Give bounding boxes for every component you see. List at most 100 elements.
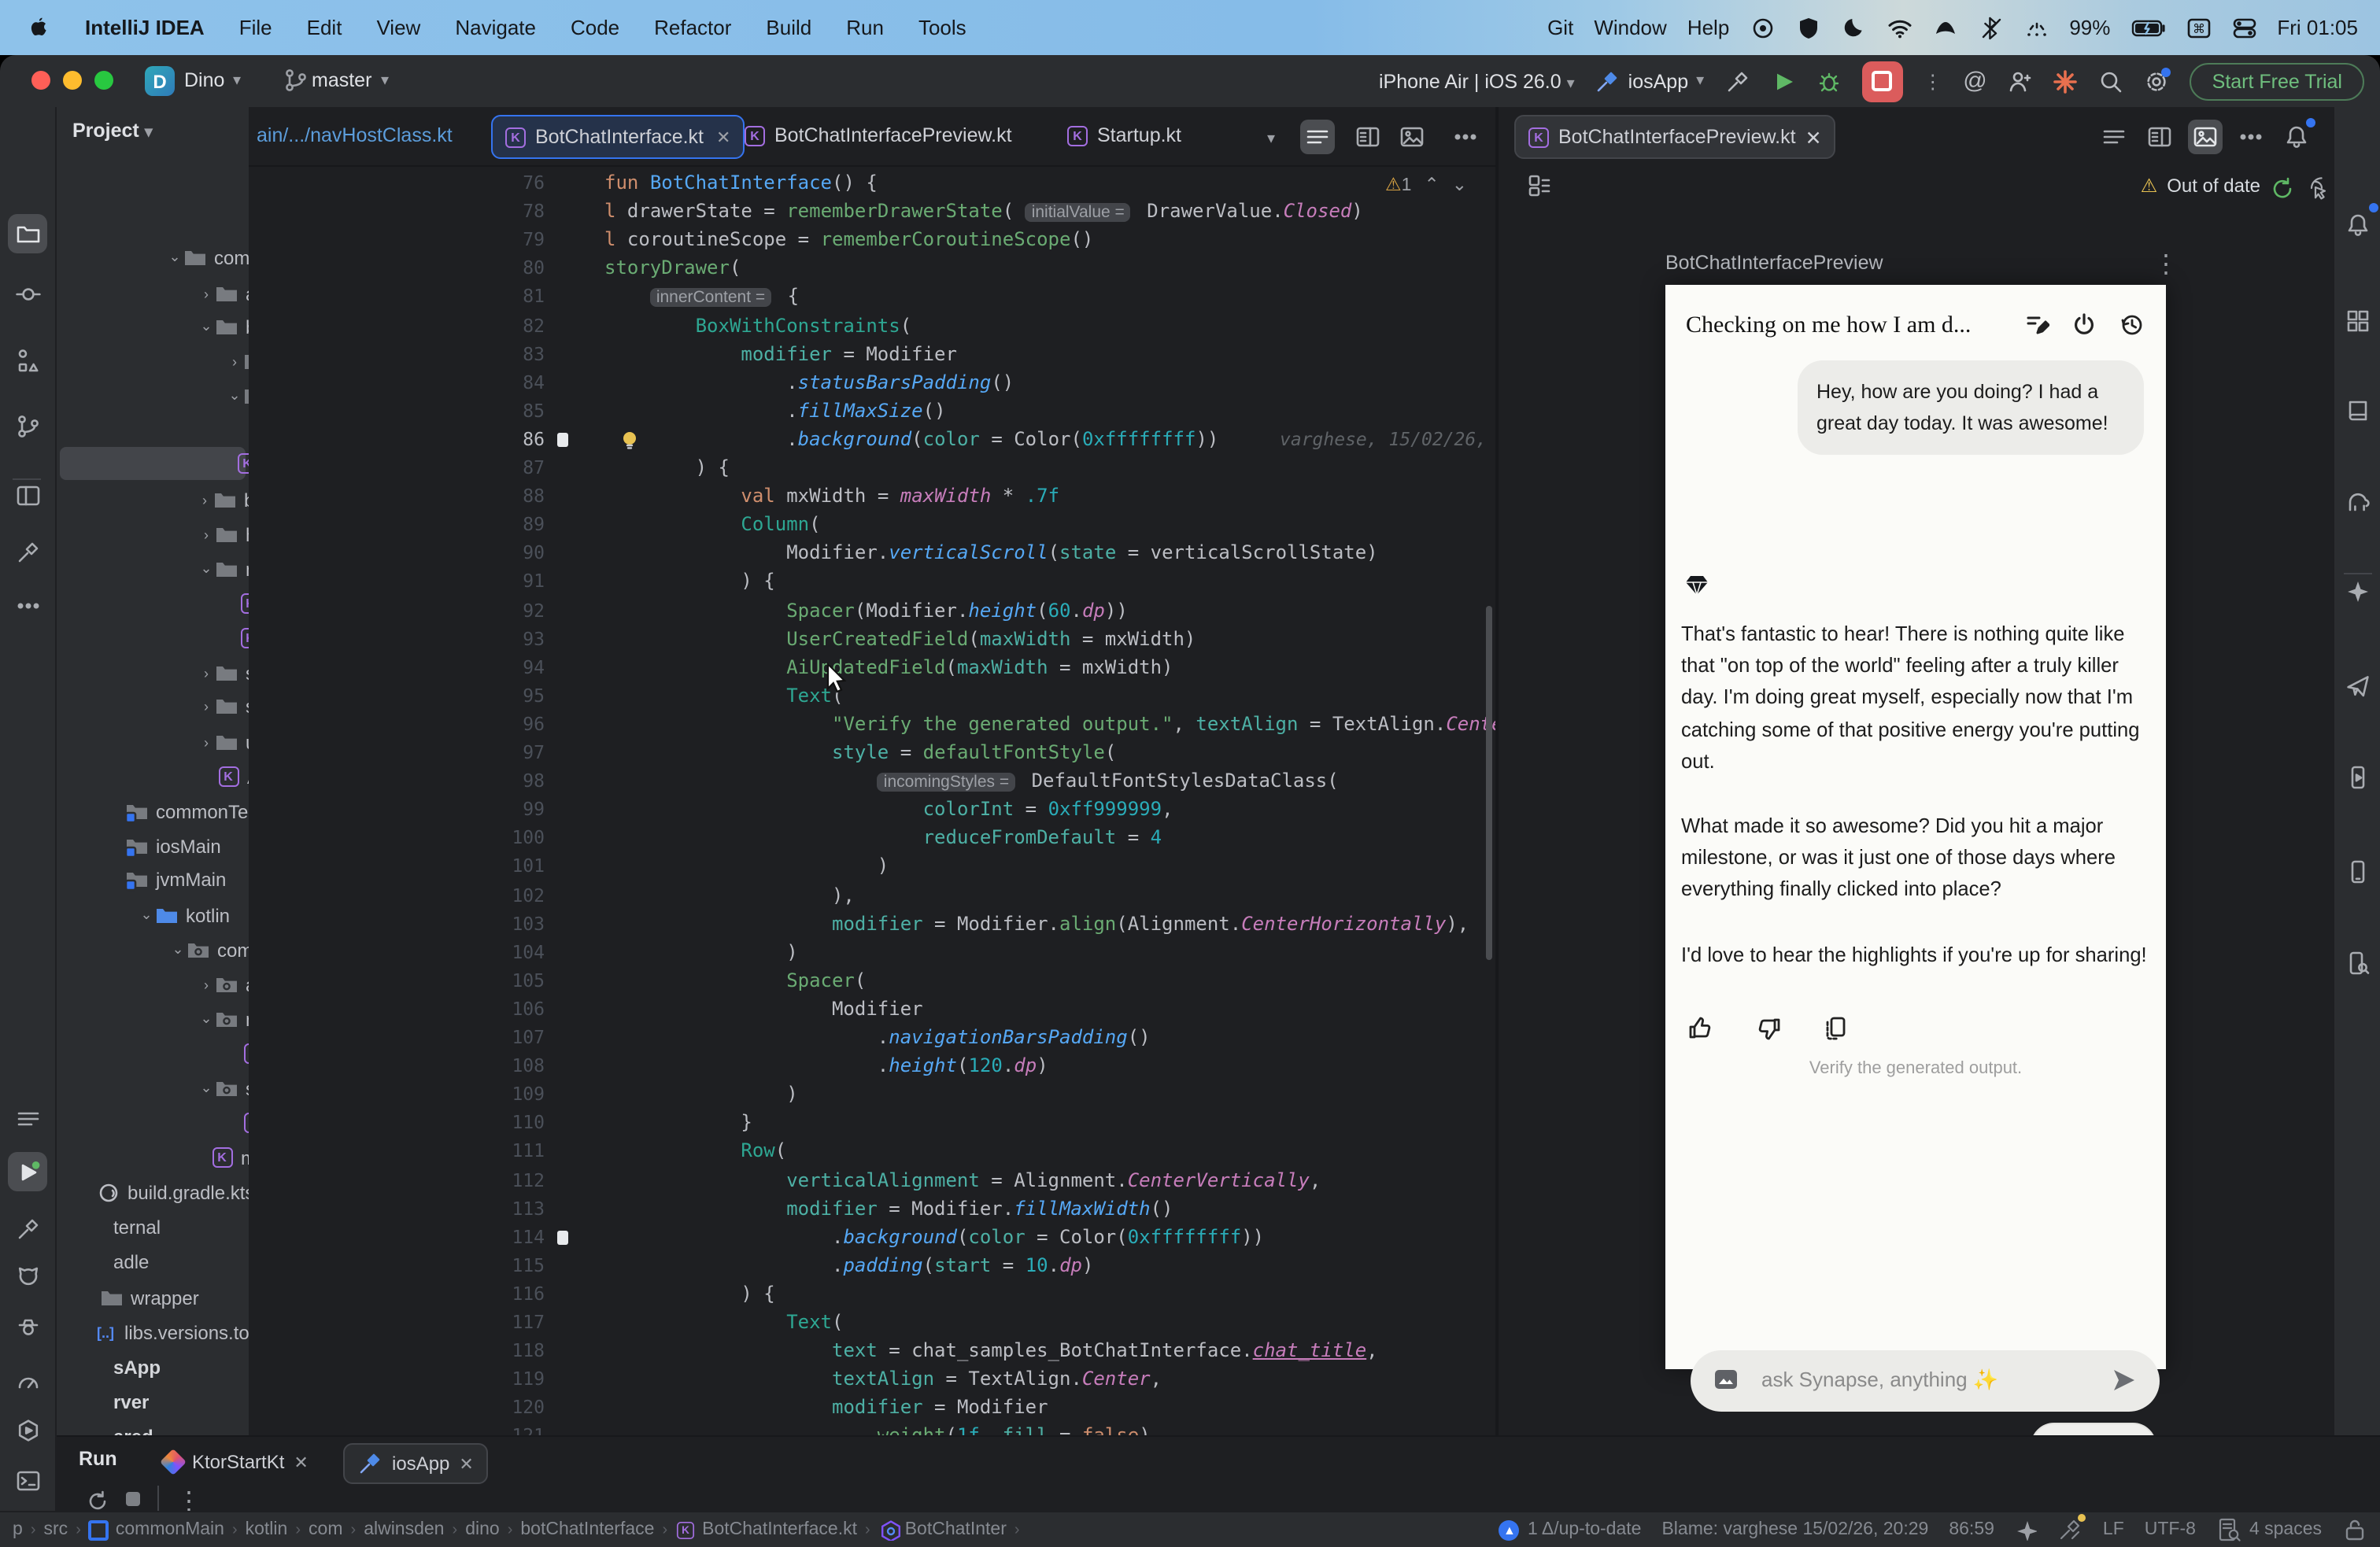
shield-icon[interactable] (1795, 15, 1820, 40)
tree-item-kotlin[interactable]: ⌄ kotlin (139, 899, 230, 932)
profiler-icon[interactable] (8, 1306, 47, 1346)
code-line-81[interactable]: 81 innerContent = { (249, 282, 1495, 311)
menu-help[interactable]: Help (1687, 16, 1730, 39)
search-everywhere-icon[interactable]: @ (1963, 68, 1986, 94)
code-line-106[interactable]: 106 Modifier (249, 995, 1495, 1023)
tree-item-startu[interactable]: ›startu (198, 689, 249, 722)
menu-edit[interactable]: Edit (307, 16, 342, 39)
code-line-87[interactable]: 87 ) { (249, 453, 1495, 482)
tree-item-ared[interactable]: ared (66, 1420, 153, 1435)
tree-item-file[interactable]: K (236, 412, 249, 445)
code-line-100[interactable]: 100 reduceFromDefault = 4 (249, 824, 1495, 852)
menu-refactor[interactable]: Refactor (654, 16, 731, 39)
tree-item-com.alwin[interactable]: ⌄com.alwin (167, 241, 249, 274)
code-line-89[interactable]: 89 Column( (249, 510, 1495, 538)
tree-item-app.kt[interactable]: KApp.kt (200, 760, 249, 793)
ai-assistant-icon[interactable] (2338, 571, 2377, 611)
tree-item-auther[interactable]: ›auther (198, 277, 249, 310)
code-line-86[interactable]: 86 .background(color = Color(0xffffffff)… (249, 425, 1495, 453)
crumb-p[interactable]: p (13, 1520, 23, 1539)
chat-input[interactable]: ask Synapse, anything ✨ (1691, 1350, 2160, 1412)
more-view-icon[interactable] (1448, 120, 1483, 154)
code-line-116[interactable]: 116 ) { (249, 1279, 1495, 1308)
code-line-107[interactable]: 107 .navigationBarsPadding() (249, 1023, 1495, 1051)
tree-item-com.alwin[interactable]: ⌄com.alwin (170, 933, 249, 966)
ui-check-icon[interactable] (1527, 173, 1552, 198)
search-icon[interactable] (2099, 68, 2124, 94)
code-line-103[interactable]: 103 modifier = Modifier.align(Alignment.… (249, 909, 1495, 937)
menu-window[interactable]: Window (1594, 16, 1667, 39)
crumb-alwinsden[interactable]: alwinsden (364, 1520, 444, 1539)
tree-item-botint[interactable]: ›botInt (197, 483, 249, 516)
menu-git[interactable]: Git (1547, 16, 1573, 39)
inspections-widget[interactable]: ⚠1 ⌃ ⌄ (1385, 173, 1467, 195)
code-line-76[interactable]: 76 fun BotChatInterface() { (249, 168, 1495, 197)
build-icon[interactable] (8, 532, 47, 571)
debug-button[interactable] (1816, 68, 1841, 94)
code-line-83[interactable]: 83 modifier = Modifier (249, 339, 1495, 367)
tree-item-commontest[interactable]: commonTest (109, 795, 249, 828)
crumb-kotlin[interactable]: kotlin (246, 1520, 288, 1539)
code-line-79[interactable]: 79 l coroutineScope = rememberCoroutineSc… (249, 225, 1495, 253)
windows-icon[interactable] (8, 475, 47, 515)
crumb-botChatInterface[interactable]: botChatInterface (520, 1520, 654, 1539)
next-problem-icon[interactable]: ⌄ (1452, 173, 1467, 195)
thumbs-down-icon[interactable] (1755, 1015, 1782, 1042)
tree-item-rver[interactable]: rver (66, 1385, 149, 1418)
notifications-icon[interactable] (2338, 203, 2378, 244)
code-with-me-icon[interactable] (2008, 68, 2033, 94)
crumb-com[interactable]: com (309, 1520, 342, 1539)
code-line-99[interactable]: 99 colorInt = 0xff999999, (249, 795, 1495, 823)
menu-intellij-idea[interactable]: IntelliJ IDEA (85, 16, 205, 39)
tree-item-jvmmain[interactable]: jvmMain (109, 862, 226, 895)
tree-item-history[interactable]: ›history (198, 518, 249, 551)
tree-item-setting[interactable]: ›setting (198, 656, 249, 689)
file-encoding[interactable]: UTF-8 (2145, 1520, 2196, 1539)
bat-icon[interactable] (1932, 15, 1957, 40)
more-actions-icon[interactable]: ⋮ (1923, 69, 1942, 93)
ai-burst-icon[interactable] (2053, 68, 2079, 94)
code-line-101[interactable]: 101 ) (249, 852, 1495, 881)
tree-item-iosmain[interactable]: iosMain (109, 829, 221, 862)
tree-item-pre[interactable]: ⌄pre (227, 379, 249, 412)
services-icon[interactable] (8, 1410, 47, 1449)
kbd-icon[interactable] (2023, 15, 2049, 40)
tools-icon[interactable] (2057, 1514, 2086, 1542)
device-manager-icon[interactable] (2338, 851, 2377, 891)
crumb-commonMain[interactable]: commonMain (88, 1519, 224, 1540)
close-icon[interactable]: ✕ (716, 127, 730, 147)
split-view-icon[interactable] (2142, 120, 2177, 154)
device-selector[interactable]: iPhone Air | iOS 26.0 ▾ (1379, 70, 1575, 92)
menu-tools[interactable]: Tools (918, 16, 966, 39)
running-devices-icon[interactable] (2338, 757, 2377, 796)
line-separator[interactable]: LF (2103, 1520, 2124, 1539)
tree-item-utilitie[interactable]: ›utilitie (198, 726, 249, 759)
project-panel-header[interactable]: Project ▾ (72, 120, 153, 142)
tree-item-sta[interactable]: KSta (225, 1106, 249, 1139)
caret-position[interactable]: 86:59 (1949, 1520, 1994, 1539)
more-view-icon[interactable] (2234, 120, 2268, 154)
stop-button[interactable] (1861, 61, 1903, 102)
tree-item-auther[interactable]: ›auther (198, 968, 249, 1001)
bt-icon[interactable] (1978, 15, 2003, 40)
copy-icon[interactable] (1823, 1015, 1850, 1042)
tree-item-nav[interactable]: Knav (225, 1037, 249, 1070)
minimize-window-button[interactable] (63, 71, 82, 90)
code-line-85[interactable]: 85 .fillMaxSize() (249, 397, 1495, 425)
crumb-dino[interactable]: dino (465, 1520, 500, 1539)
code-line-94[interactable]: 94 AiUpdatedField(maxWidth = mxWidth) (249, 652, 1495, 681)
code-line-98[interactable]: 98 incomingStyles = DefaultFontStylesDat… (249, 766, 1495, 795)
tree-item-sapp[interactable]: sApp (66, 1350, 161, 1383)
bell-icon[interactable] (2279, 118, 2315, 154)
code-line-92[interactable]: 92 Spacer(Modifier.height(60.dp)) (249, 596, 1495, 624)
run-button[interactable] (1770, 68, 1795, 94)
project-switcher[interactable]: Dino (184, 69, 224, 91)
menu-code[interactable]: Code (571, 16, 619, 39)
code-line-112[interactable]: 112 verticalAlignment = Alignment.Center… (249, 1165, 1495, 1194)
image-attach-icon[interactable] (1713, 1366, 1739, 1393)
tab-BotChatInterface.kt[interactable]: K BotChatInterface.kt ✕ (491, 115, 745, 159)
indent-setting[interactable]: 4 spaces (2216, 1517, 2322, 1542)
menu-view[interactable]: View (376, 16, 420, 39)
code-line-93[interactable]: 93 UserCreatedField(maxWidth = mxWidth) (249, 624, 1495, 652)
dotcircle-icon[interactable] (1750, 15, 1775, 40)
